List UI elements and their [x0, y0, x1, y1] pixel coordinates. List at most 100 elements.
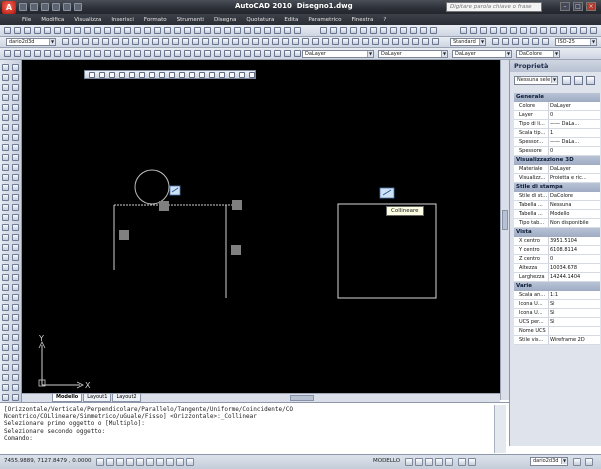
styles-tool-icon[interactable]: [412, 38, 419, 45]
layer-tool-icon[interactable]: [4, 50, 11, 57]
property-row[interactable]: Icona U... Sì: [514, 300, 600, 309]
standard-tool-icon[interactable]: [480, 27, 487, 34]
standard-tool-icon[interactable]: [104, 27, 111, 34]
draw-tool-icon[interactable]: [12, 364, 19, 371]
standard-tool-icon[interactable]: [44, 27, 51, 34]
styles-tool-icon[interactable]: [352, 38, 359, 45]
clean-screen-icon[interactable]: [585, 458, 593, 466]
layer-tool-icon[interactable]: [24, 50, 31, 57]
styles-tool-icon[interactable]: [152, 38, 159, 45]
property-value[interactable]: —— DaLa...: [550, 120, 579, 128]
circle-entity[interactable]: [134, 169, 170, 205]
layer-tool-icon[interactable]: [134, 50, 141, 57]
constraint-tool-icon[interactable]: [139, 72, 145, 78]
constraint-tool-icon[interactable]: [129, 72, 135, 78]
standard-tool-icon[interactable]: [420, 27, 427, 34]
model-space-label[interactable]: MODELLO: [373, 458, 400, 464]
styles-tool-icon[interactable]: [262, 38, 269, 45]
standard-tool-icon[interactable]: [350, 27, 357, 34]
styles-tool-icon[interactable]: [132, 38, 139, 45]
standard-tool-icon[interactable]: [540, 27, 547, 34]
annotation-scale-icon[interactable]: [458, 458, 466, 466]
osnap-icon[interactable]: [136, 458, 144, 466]
draw-tool-icon[interactable]: [2, 134, 9, 141]
menu-quotatura[interactable]: Quotatura: [246, 17, 274, 23]
styles-tool-icon[interactable]: [532, 38, 539, 45]
grip-right[interactable]: [231, 245, 241, 255]
layer-tool-icon[interactable]: [234, 50, 241, 57]
draw-tool-icon[interactable]: [2, 254, 9, 261]
property-value[interactable]: Modello: [550, 210, 569, 218]
draw-tool-icon[interactable]: [2, 144, 9, 151]
draw-tool-icon[interactable]: [2, 284, 9, 291]
property-value[interactable]: 0: [550, 111, 553, 119]
standard-tool-icon[interactable]: [320, 27, 327, 34]
draw-tool-icon[interactable]: [2, 304, 9, 311]
styles-tool-icon[interactable]: [312, 38, 319, 45]
grip-left[interactable]: [119, 230, 129, 240]
tab-modello[interactable]: Modello: [52, 394, 83, 402]
standard-tool-icon[interactable]: [330, 27, 337, 34]
open-icon[interactable]: [30, 3, 38, 11]
styles-tool-icon[interactable]: [252, 38, 259, 45]
workspace-combo[interactable]: dario2d3d ▼: [6, 38, 56, 46]
styles-tool-icon[interactable]: [172, 38, 179, 45]
draw-tool-icon[interactable]: [2, 124, 9, 131]
layer-tool-icon[interactable]: [54, 50, 61, 57]
standard-tool-icon[interactable]: [254, 27, 261, 34]
styles-tool-icon[interactable]: [232, 38, 239, 45]
command-prompt[interactable]: Comando:: [4, 435, 505, 442]
styles-tool-icon[interactable]: [372, 38, 379, 45]
maximize-icon[interactable]: □: [573, 2, 583, 11]
standard-tool-icon[interactable]: [144, 27, 151, 34]
command-line[interactable]: [Orizzontale/Verticale/Perpendicolare/Pa…: [0, 402, 509, 454]
standard-tool-icon[interactable]: [530, 27, 537, 34]
draw-tool-icon[interactable]: [2, 194, 9, 201]
draw-tool-icon[interactable]: [12, 334, 19, 341]
styles-tool-icon[interactable]: [492, 38, 499, 45]
plot-icon[interactable]: [74, 3, 82, 11]
styles-tool-icon[interactable]: [222, 38, 229, 45]
styles-tool-icon[interactable]: [212, 38, 219, 45]
standard-tool-icon[interactable]: [4, 27, 11, 34]
property-value[interactable]: 6108.8114: [550, 246, 577, 254]
draw-tool-icon[interactable]: [2, 314, 9, 321]
draw-tool-icon[interactable]: [2, 384, 9, 391]
styles-tool-icon[interactable]: [512, 38, 519, 45]
toggle-pickadd-icon[interactable]: [562, 76, 571, 85]
property-row[interactable]: Scala an... 1:1: [514, 291, 600, 300]
layer-tool-icon[interactable]: [194, 50, 201, 57]
layer-tool-icon[interactable]: [174, 50, 181, 57]
otrack-icon[interactable]: [146, 458, 154, 466]
quick-select-icon[interactable]: [586, 76, 595, 85]
layer-tool-icon[interactable]: [154, 50, 161, 57]
styles-tool-icon[interactable]: [302, 38, 309, 45]
standard-tool-icon[interactable]: [370, 27, 377, 34]
standard-tool-icon[interactable]: [360, 27, 367, 34]
constraint-tool-icon[interactable]: [169, 72, 175, 78]
draw-tool-icon[interactable]: [12, 134, 19, 141]
styles-tool-icon[interactable]: [502, 38, 509, 45]
draw-tool-icon[interactable]: [2, 64, 9, 71]
property-value[interactable]: 0: [550, 147, 553, 155]
draw-tool-icon[interactable]: [12, 204, 19, 211]
standard-tool-icon[interactable]: [580, 27, 587, 34]
layer-tool-icon[interactable]: [44, 50, 51, 57]
standard-tool-icon[interactable]: [24, 27, 31, 34]
styles-tool-icon[interactable]: [102, 38, 109, 45]
property-row[interactable]: Tabella ... Modello: [514, 210, 600, 219]
workspace-status-combo[interactable]: dario2d3d ▼: [530, 457, 568, 466]
standard-tool-icon[interactable]: [84, 27, 91, 34]
draw-tool-icon[interactable]: [12, 214, 19, 221]
standard-tool-icon[interactable]: [14, 27, 21, 34]
styles-tool-icon[interactable]: [382, 38, 389, 45]
draw-tool-icon[interactable]: [2, 104, 9, 111]
draw-tool-icon[interactable]: [12, 144, 19, 151]
draw-tool-icon[interactable]: [12, 284, 19, 291]
draw-tool-icon[interactable]: [12, 374, 19, 381]
text-style-combo[interactable]: Standard ▼: [450, 38, 486, 46]
property-value[interactable]: Wireframe 2D: [550, 336, 585, 344]
property-value[interactable]: —— DaLa...: [550, 138, 579, 146]
styles-tool-icon[interactable]: [92, 38, 99, 45]
menu-inserisci[interactable]: Inserisci: [111, 17, 134, 23]
